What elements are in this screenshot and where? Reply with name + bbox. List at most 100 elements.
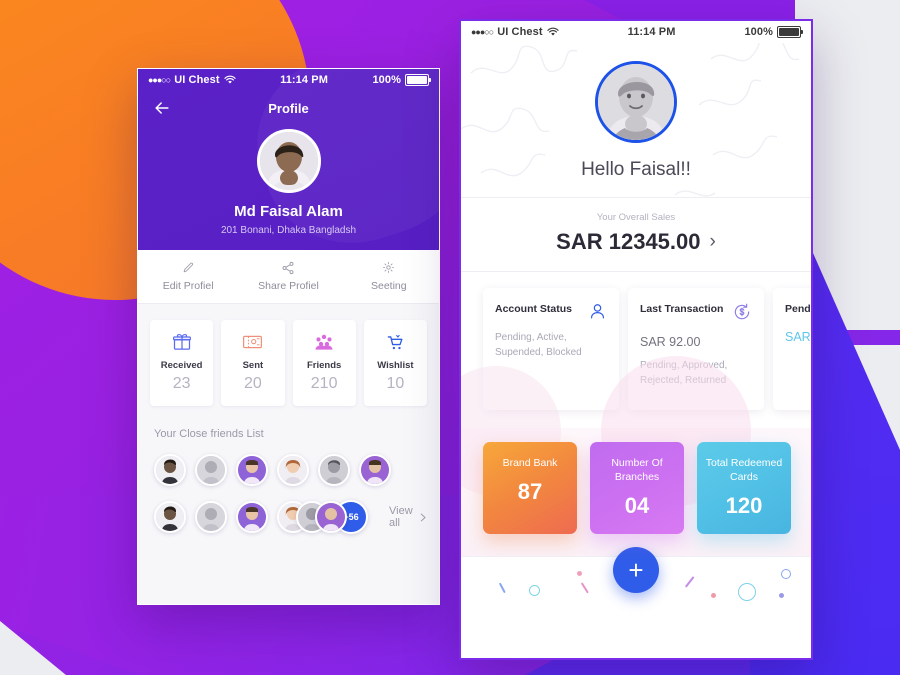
tile-value: 120 [725,493,763,519]
stat-card-sent[interactable]: Sent 20 [221,320,285,406]
left-phone-body: Received 23 Sent 20 Friends 210 Wishlist… [138,304,439,604]
view-all-friends-link[interactable]: View all [389,505,427,529]
battery-percent-label: 100% [372,74,401,86]
people-group-icon [293,331,356,353]
share-nodes-icon [238,260,338,275]
stat-card-wishlist[interactable]: Wishlist 10 [363,320,427,406]
cart-icon [364,331,427,353]
clock-label: 11:14 PM [280,74,328,86]
tab-share-profile[interactable]: Share Profiel [238,250,338,303]
tile-brand-bank[interactable]: Brand Bank 87 [483,442,577,534]
carrier-label: UI Chest [497,26,543,38]
profile-avatar-wrap [138,129,439,193]
info-card-pending-payments[interactable]: Pending Payments SAR 123.56 [773,288,813,410]
info-card-title: Account Status [495,303,573,315]
overall-sales-amount-row: SAR 12345.00 › [461,229,811,255]
avatar[interactable] [154,454,186,486]
ticket-icon [221,331,284,353]
chevron-right-icon [421,513,426,521]
stat-label: Received [160,360,203,371]
profile-name: Md Faisal Alam [234,203,343,220]
left-nav-row: Profile [138,91,439,125]
signal-dots-icon: ●●●○○ [148,75,171,85]
tile-total-redeemed-cards[interactable]: Total Redeemed Cards 120 [697,442,791,534]
pencil-icon [138,260,238,275]
right-phone-hero: Hello Faisal!! [461,43,811,197]
tile-value: 87 [517,479,543,505]
info-card-amount: SAR 92.00 [640,335,701,349]
avatar[interactable] [195,454,227,486]
plus-icon: + [628,554,644,585]
tab-label: Seeting [371,280,407,292]
friends-list-title: Your Close friends List [154,428,264,440]
tile-label: Number Of Branches [611,457,663,484]
profile-action-tabs: Edit Profiel Share Profiel Seeting [138,250,439,304]
avatar[interactable] [318,454,350,486]
view-all-label: View all [389,505,413,529]
left-phone-header: ●●●○○ UI Chest 11:14 PM 100% Profile Md … [138,69,439,250]
greeting-title: Hello Faisal!! [581,159,691,180]
avatar[interactable] [256,129,321,193]
avatar[interactable] [277,454,309,486]
avatar[interactable] [236,454,268,486]
friends-avatar-stack: +56 [277,500,368,534]
stat-value: 10 [386,375,405,392]
tile-label: Total Redeemed Cards [705,457,783,484]
avatar[interactable] [315,501,347,533]
overall-sales-amount: SAR 12345.00 [556,229,701,254]
user-icon [590,304,605,319]
gear-icon [339,260,439,275]
stat-label: Friends [306,360,342,371]
stat-label: Sent [242,360,264,371]
bottom-nav-bar: + [461,547,811,609]
refund-dollar-icon [734,303,750,320]
back-arrow-icon[interactable] [152,98,172,118]
tab-settings[interactable]: Seeting [339,250,439,303]
hero-avatar-wrap [461,61,811,143]
tab-edit-profile[interactable]: Edit Profiel [138,250,238,303]
info-card-title: Pending Payments [785,303,813,315]
metric-tiles-row: Brand Bank 87 Number Of Branches 04 Tota… [461,356,811,556]
avatar[interactable] [359,454,391,486]
overall-sales-section[interactable]: Your Overall Sales SAR 12345.00 › [461,197,811,272]
friends-avatar-row-1 [138,440,439,486]
avatar[interactable] [595,61,677,143]
tab-label: Share Profiel [258,280,319,292]
stat-value: 210 [310,375,338,392]
avatar[interactable] [154,501,186,533]
tile-label: Brand Bank [502,457,558,469]
profile-address: 201 Bonani, Dhaka Bangladsh [220,225,357,236]
battery-percent-label: 100% [744,26,773,38]
tile-value: 04 [624,493,650,519]
tab-label: Edit Profiel [162,280,214,292]
stat-label: Wishlist [377,360,414,371]
signal-dots-icon: ●●●○○ [471,27,494,37]
right-status-bar: ●●●○○ UI Chest 11:14 PM 100% [461,21,811,43]
page-title: Profile [268,100,309,116]
screenshot-stage: ●●●○○ UI Chest 11:14 PM 100% Profile Md … [0,0,900,675]
chevron-right-icon[interactable]: › [710,231,716,253]
stats-row: Received 23 Sent 20 Friends 210 Wishlist… [138,304,439,406]
clock-label: 11:14 PM [627,26,676,38]
friends-avatar-row-2: +56 View all [138,486,439,534]
right-phone-screen: ●●●○○ UI Chest 11:14 PM 100% Hello Faisa… [459,19,813,660]
left-phone-screen: ●●●○○ UI Chest 11:14 PM 100% Profile Md … [137,68,440,605]
tile-number-of-branches[interactable]: Number Of Branches 04 [590,442,684,534]
info-card-title: Last Transaction [640,303,724,315]
carrier-label: UI Chest [174,74,220,86]
info-card-amount: SAR 123.56 [785,330,811,345]
stat-value: 20 [243,375,262,392]
avatar[interactable] [195,501,227,533]
gift-icon [150,331,213,353]
wifi-icon [546,27,559,36]
overall-sales-label: Your Overall Sales [596,212,676,223]
stat-card-received[interactable]: Received 23 [150,320,214,406]
info-card-subtitle: Pending, Active, Supended, Blocked [495,332,582,358]
stat-card-friends[interactable]: Friends 210 [292,320,356,406]
battery-icon [405,74,431,86]
battery-icon [777,26,803,38]
left-status-bar: ●●●○○ UI Chest 11:14 PM 100% [138,69,439,91]
wifi-icon [223,75,236,84]
avatar[interactable] [236,501,268,533]
add-button[interactable]: + [613,547,659,593]
